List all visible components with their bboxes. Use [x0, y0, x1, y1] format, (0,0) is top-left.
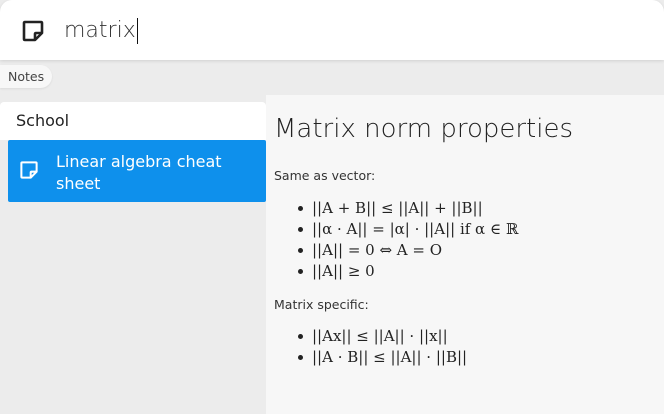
list-item: ||A|| ≥ 0 — [292, 261, 518, 282]
result-title: Linear algebra cheat sheet — [56, 152, 222, 193]
search-query: matrix — [64, 18, 136, 43]
launcher-window: matrix Notes School Linear algebra cheat… — [0, 0, 664, 414]
property-list-vector: ||A + B|| ≤ ||A|| + ||B|| ||α · A|| = |α… — [292, 198, 518, 282]
preview-title: Matrix norm properties — [274, 114, 574, 144]
property-list-matrix: ||Ax|| ≤ ||A|| · ||x|| ||A · B|| ≤ ||A||… — [292, 326, 467, 368]
section-heading-matrix: Matrix specific: — [274, 297, 369, 312]
note-icon — [20, 161, 38, 179]
category-chip-notes[interactable]: Notes — [0, 65, 53, 88]
note-preview: Matrix norm properties Same as vector: |… — [266, 95, 664, 414]
result-item-linear-algebra[interactable]: Linear algebra cheat sheet — [8, 140, 266, 202]
search-input[interactable]: matrix — [64, 14, 139, 48]
group-header-school: School — [0, 102, 266, 140]
results-list: School Linear algebra cheat sheet — [0, 102, 266, 414]
list-item: ||A + B|| ≤ ||A|| + ||B|| — [292, 198, 518, 219]
text-caret — [136, 18, 139, 44]
note-icon — [22, 20, 44, 42]
group-label: School — [16, 111, 70, 130]
list-item: ||Ax|| ≤ ||A|| · ||x|| — [292, 326, 467, 347]
list-item: ||α · A|| = |α| · ||A|| if α ∈ ℝ — [292, 219, 518, 240]
list-item: ||A · B|| ≤ ||A|| · ||B|| — [292, 347, 467, 368]
list-item: ||A|| = 0 ⇔ A = O — [292, 240, 518, 261]
section-heading-vector: Same as vector: — [274, 168, 376, 183]
search-bar: matrix — [0, 0, 664, 60]
